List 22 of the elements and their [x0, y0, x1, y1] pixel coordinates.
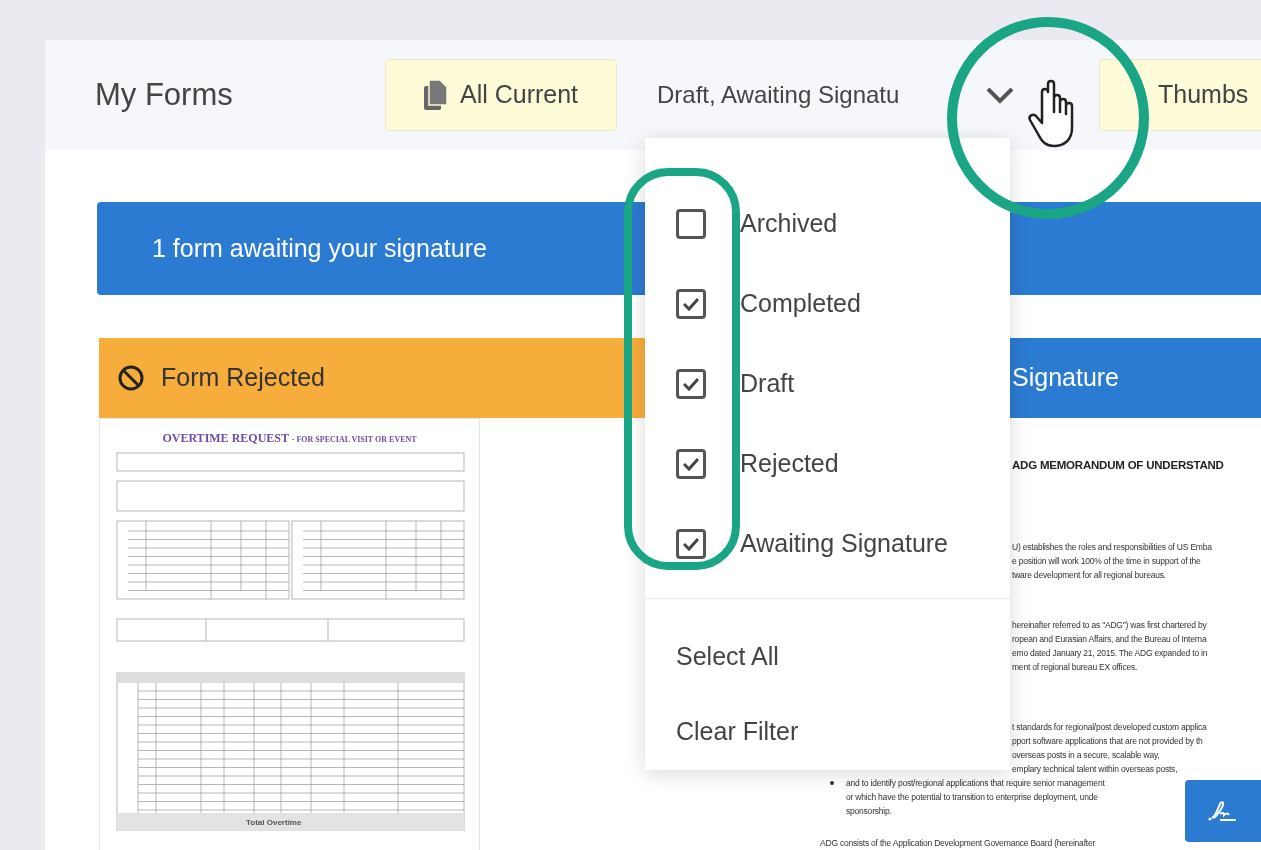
page-title: My Forms — [95, 75, 234, 114]
memo-text-line: overseas posts in a secure, scalable way, — [1012, 749, 1160, 762]
form-title: OVERTIME REQUEST - FOR SPECIAL VISIT OR EVENT — [161, 430, 418, 447]
memo-heading: ADG MEMORANDUM OF UNDERSTAND — [1012, 458, 1225, 472]
memo-text-line: hereinafter referred to as "ADG") was first chartered by — [1012, 619, 1207, 632]
card-title: Signature — [1012, 362, 1120, 394]
memo-text-line: emplary technical talent within overseas posts, — [1012, 763, 1178, 776]
memo-text-line: emo dated January 21, 2015. The ADG expanded to in — [1012, 647, 1208, 660]
memo-text-line: e position will work 100% of the time in support of the — [1012, 555, 1201, 568]
form-footer-text: Total Overtime — [246, 817, 302, 829]
memo-text-line: pport software applications that are not provided by th — [1012, 735, 1203, 748]
memo-text-line: tware development for all regional bureaus. — [1012, 569, 1166, 582]
memo-text-line: sponsorship. — [846, 805, 892, 818]
banner-text: 1 form awaiting your signature — [152, 232, 487, 264]
card-title: Form Rejected — [161, 362, 325, 394]
memo-text-line: U) establishes the roles and responsibilities of US Emba — [1012, 541, 1212, 554]
memo-text-line: and to identify post/regional applications that require senior management — [846, 777, 1105, 790]
memo-text-line: ropean and Eurasian Affairs, and the Bureau of Interna — [1012, 633, 1207, 646]
memo-text-line: ment of regional bureau EX offices. — [1012, 661, 1138, 674]
memo-text-line: t standards for regional/post developed custom applica — [1012, 721, 1207, 734]
memo-text-line: ADG consists of the Application Development Governance Board (hereinafter — [820, 837, 1096, 850]
memo-text-line: or which have the potential to transition to enterprise deployment, unde — [846, 791, 1098, 804]
